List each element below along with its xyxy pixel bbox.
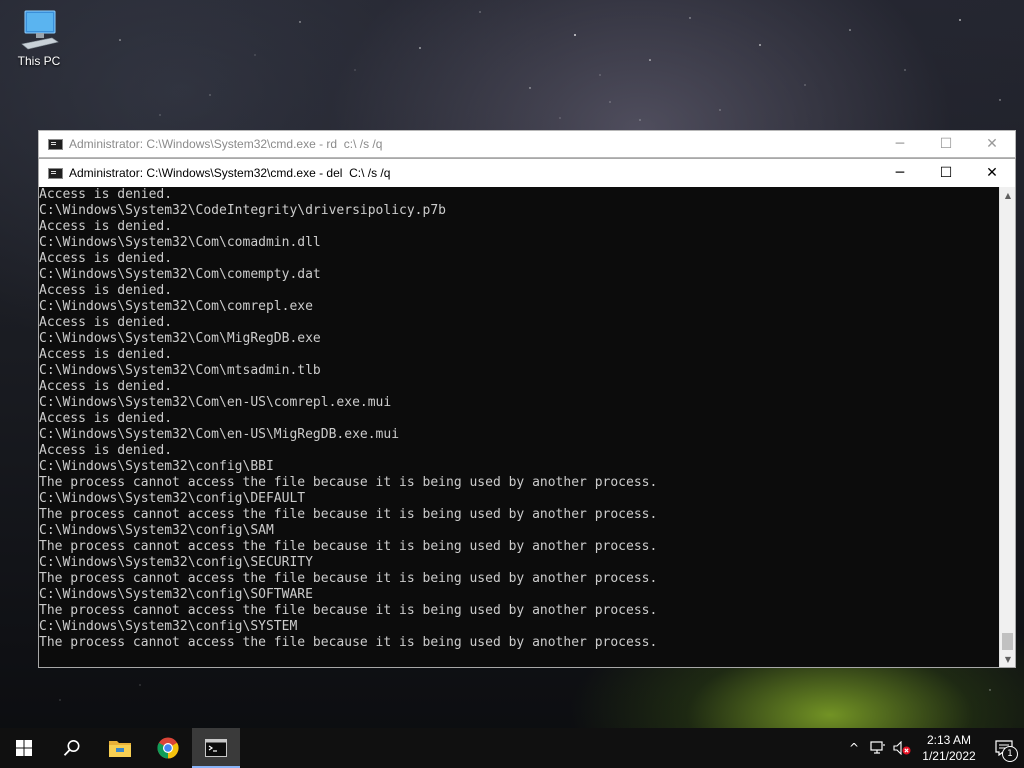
clock-time: 2:13 AM <box>926 733 972 747</box>
notification-count-badge: 1 <box>1002 746 1018 762</box>
network-icon[interactable] <box>866 728 890 768</box>
maximize-button[interactable]: ☐ <box>923 159 969 187</box>
close-button[interactable]: ✕ <box>969 159 1015 187</box>
console-line: C:\Windows\System32\config\SAM <box>39 523 274 538</box>
scroll-thumb[interactable] <box>1002 633 1013 650</box>
cmd-icon <box>205 739 227 757</box>
console-line: Access is denied. <box>39 379 173 394</box>
console-line: Access is denied. <box>39 347 173 362</box>
console-line: C:\Windows\System32\Com\MigRegDB.exe <box>39 331 321 346</box>
console-line: The process cannot access the file becau… <box>39 507 658 522</box>
console-line: C:\Windows\System32\Com\en-US\MigRegDB.e… <box>39 427 400 442</box>
maximize-button[interactable]: ☐ <box>923 131 969 157</box>
window-title: Administrator: C:\Windows\System32\cmd.e… <box>69 166 391 180</box>
search-button[interactable] <box>48 728 96 768</box>
start-icon <box>16 740 32 756</box>
desktop-icon-this-pc[interactable]: This PC <box>10 8 68 68</box>
file-explorer-button[interactable] <box>96 728 144 768</box>
computer-icon <box>21 10 59 50</box>
system-tray: ^ 2:13 AM 1/21/2022 1 <box>842 728 1024 768</box>
console-line: The process cannot access the file becau… <box>39 635 658 650</box>
console-line: Access is denied. <box>39 411 173 426</box>
console-line: C:\Windows\System32\config\DEFAULT <box>39 491 306 506</box>
cmd-window-del[interactable]: Administrator: C:\Windows\System32\cmd.e… <box>38 158 1016 668</box>
console-line: C:\Windows\System32\Com\comempty.dat <box>39 267 321 282</box>
cmd-taskbar-button[interactable] <box>192 728 240 768</box>
start-button[interactable] <box>0 728 48 768</box>
cmd-window-rd-titlebar[interactable]: Administrator: C:\Windows\System32\cmd.e… <box>39 131 1015 157</box>
action-center-button[interactable]: 1 <box>984 728 1024 768</box>
show-hidden-icons-chevron-icon[interactable]: ^ <box>842 728 866 768</box>
console-line: C:\Windows\System32\Com\en-US\comrepl.ex… <box>39 395 392 410</box>
console-line: Access is denied. <box>39 283 173 298</box>
cmd-icon <box>48 167 63 179</box>
console-line: The process cannot access the file becau… <box>39 603 658 618</box>
desktop-icon-label: This PC <box>17 54 61 68</box>
console-line: C:\Windows\System32\config\SECURITY <box>39 555 313 570</box>
console-line: Access is denied. <box>39 219 173 234</box>
taskbar: ^ 2:13 AM 1/21/2022 1 <box>0 728 1024 768</box>
console-output[interactable]: Access is denied. C:\Windows\System32\Cod… <box>39 187 999 667</box>
console-line: C:\Windows\System32\CodeIntegrity\driver… <box>39 203 446 218</box>
minimize-button[interactable]: ─ <box>877 131 923 157</box>
volume-muted-icon[interactable] <box>890 728 914 768</box>
console-line: Access is denied. <box>39 443 173 458</box>
console-line: C:\Windows\System32\Com\comrepl.exe <box>39 299 313 314</box>
minimize-button[interactable]: ─ <box>877 159 923 187</box>
console-line: Access is denied. <box>39 187 173 202</box>
vertical-scrollbar[interactable]: ▲ ▼ <box>999 187 1015 667</box>
console-line: C:\Windows\System32\Com\comadmin.dll <box>39 235 321 250</box>
console-line: C:\Windows\System32\Com\mtsadmin.tlb <box>39 363 321 378</box>
close-button[interactable]: ✕ <box>969 131 1015 157</box>
console-line: The process cannot access the file becau… <box>39 475 658 490</box>
window-title: Administrator: C:\Windows\System32\cmd.e… <box>69 137 383 151</box>
clock[interactable]: 2:13 AM 1/21/2022 <box>914 732 984 764</box>
chrome-icon <box>157 737 179 759</box>
file-explorer-icon <box>109 741 131 757</box>
search-icon <box>63 740 80 756</box>
console-line: C:\Windows\System32\config\SOFTWARE <box>39 587 313 602</box>
scroll-up-arrow-icon[interactable]: ▲ <box>1000 187 1016 203</box>
cmd-window-rd[interactable]: Administrator: C:\Windows\System32\cmd.e… <box>38 130 1016 158</box>
scroll-down-arrow-icon[interactable]: ▼ <box>1000 651 1016 667</box>
cmd-icon <box>48 138 63 150</box>
clock-date: 1/21/2022 <box>922 749 976 763</box>
console-line: The process cannot access the file becau… <box>39 571 658 586</box>
cmd-window-del-titlebar[interactable]: Administrator: C:\Windows\System32\cmd.e… <box>39 159 1015 187</box>
console-line: The process cannot access the file becau… <box>39 539 658 554</box>
console-line: C:\Windows\System32\config\SYSTEM <box>39 619 298 634</box>
console-line: Access is denied. <box>39 251 173 266</box>
console-line: Access is denied. <box>39 315 173 330</box>
console-line: C:\Windows\System32\config\BBI <box>39 459 274 474</box>
chrome-button[interactable] <box>144 728 192 768</box>
